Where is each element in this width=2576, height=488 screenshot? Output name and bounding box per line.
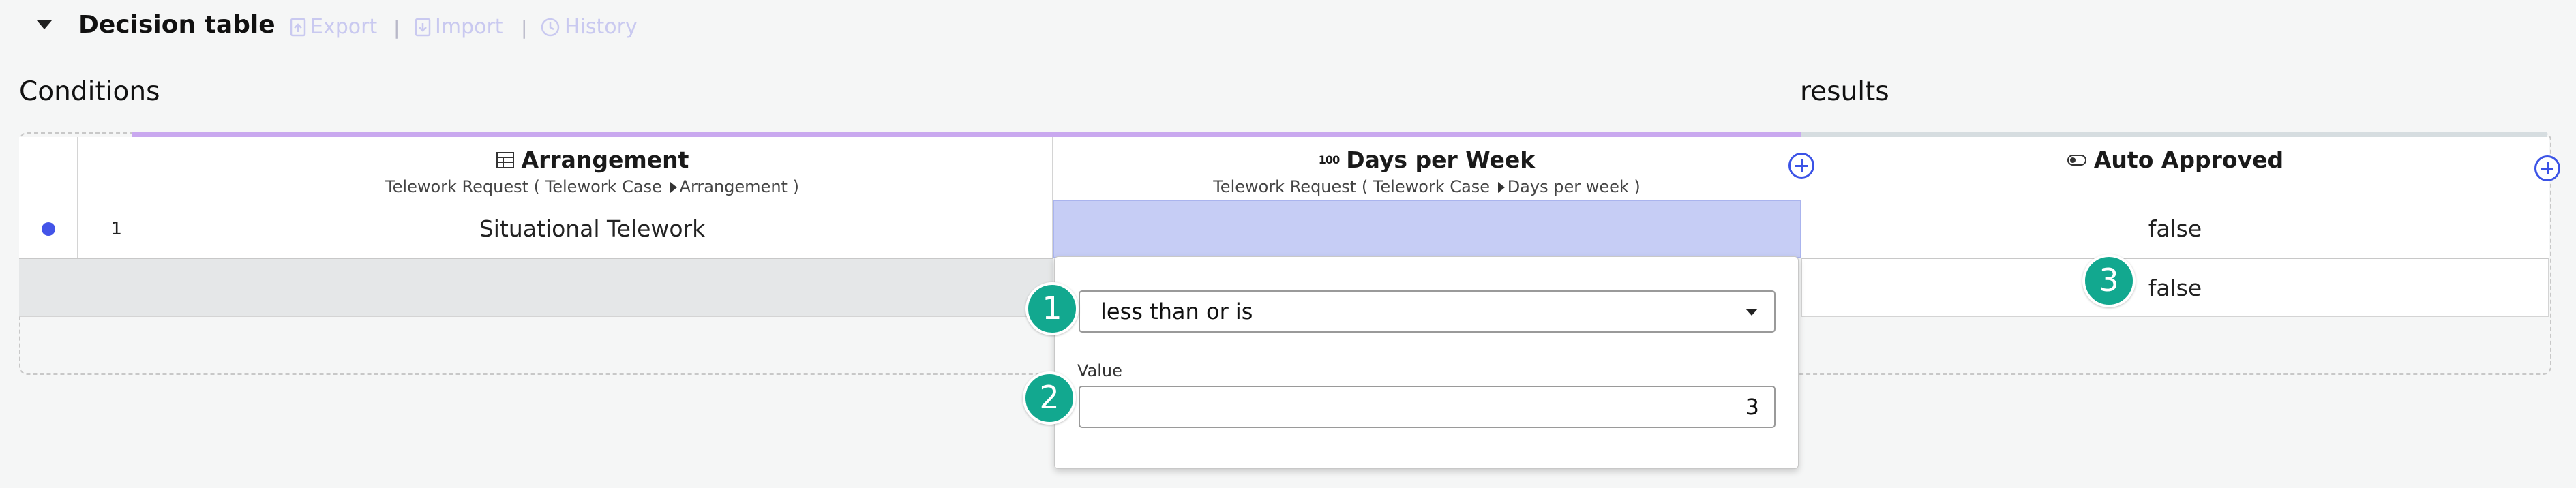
collapse-caret-icon[interactable] — [37, 20, 52, 29]
column-header-auto-approved[interactable]: Auto Approved — [1801, 137, 2549, 200]
column-subtitle: Telework Request ( Telework Case Days pe… — [1213, 177, 1641, 196]
import-icon — [415, 18, 431, 36]
cell-auto-approved[interactable]: false — [1801, 200, 2549, 258]
row-index: 1 — [78, 200, 132, 258]
step-badge-3: 3 — [2082, 254, 2136, 307]
path-arrow-icon — [1497, 182, 1505, 193]
cell-days-per-week-selected[interactable] — [1053, 200, 1801, 258]
column-header-days-per-week[interactable]: 100 Days per Week Telework Request ( Tel… — [1053, 137, 1801, 200]
history-button[interactable]: History — [540, 15, 638, 39]
column-title: Days per Week — [1346, 147, 1536, 173]
import-label: Import — [435, 15, 503, 39]
export-label: Export — [310, 15, 378, 39]
condition-editor-popup — [1054, 256, 1799, 469]
path-arrow-icon — [670, 182, 677, 193]
value-input[interactable]: 3 — [1079, 386, 1776, 428]
export-button[interactable]: Export — [290, 15, 377, 39]
history-label: History — [565, 15, 638, 39]
table-icon — [496, 151, 514, 168]
value-label: Value — [1077, 361, 1122, 380]
header-status-cell — [19, 137, 78, 200]
row-status-cell — [19, 200, 78, 258]
export-icon — [290, 18, 306, 36]
column-header-arrangement[interactable]: Arrangement Telework Request ( Telework … — [132, 137, 1053, 200]
toggle-icon — [2067, 154, 2086, 166]
step-badge-2: 2 — [1023, 371, 1076, 425]
number-100-icon: 100 — [1318, 153, 1340, 166]
import-button[interactable]: Import — [415, 15, 503, 39]
toolbar-separator: | — [521, 16, 528, 39]
add-result-column-button[interactable] — [2534, 155, 2560, 181]
column-title: Auto Approved — [2093, 147, 2284, 173]
add-condition-column-button[interactable] — [1788, 153, 1814, 179]
operator-select[interactable]: less than or is — [1079, 290, 1776, 333]
column-title: Arrangement — [521, 147, 689, 173]
step-badge-1: 1 — [1025, 282, 1079, 335]
operator-value: less than or is — [1100, 299, 1253, 324]
row-status-dot-icon — [41, 222, 55, 236]
conditions-heading: Conditions — [19, 76, 160, 107]
results-heading: results — [1800, 76, 1889, 107]
history-icon — [541, 18, 560, 36]
column-subtitle: Telework Request ( Telework Case Arrange… — [385, 177, 799, 196]
toolbar-separator: | — [393, 16, 400, 39]
cell-auto-approved-new[interactable]: false — [1801, 258, 2549, 317]
chevron-down-icon — [1746, 309, 1758, 316]
new-row-cell[interactable] — [19, 258, 1053, 317]
cell-arrangement[interactable]: Situational Telework — [132, 200, 1053, 258]
page-title: Decision table — [78, 11, 275, 39]
header-index-cell — [78, 137, 132, 200]
